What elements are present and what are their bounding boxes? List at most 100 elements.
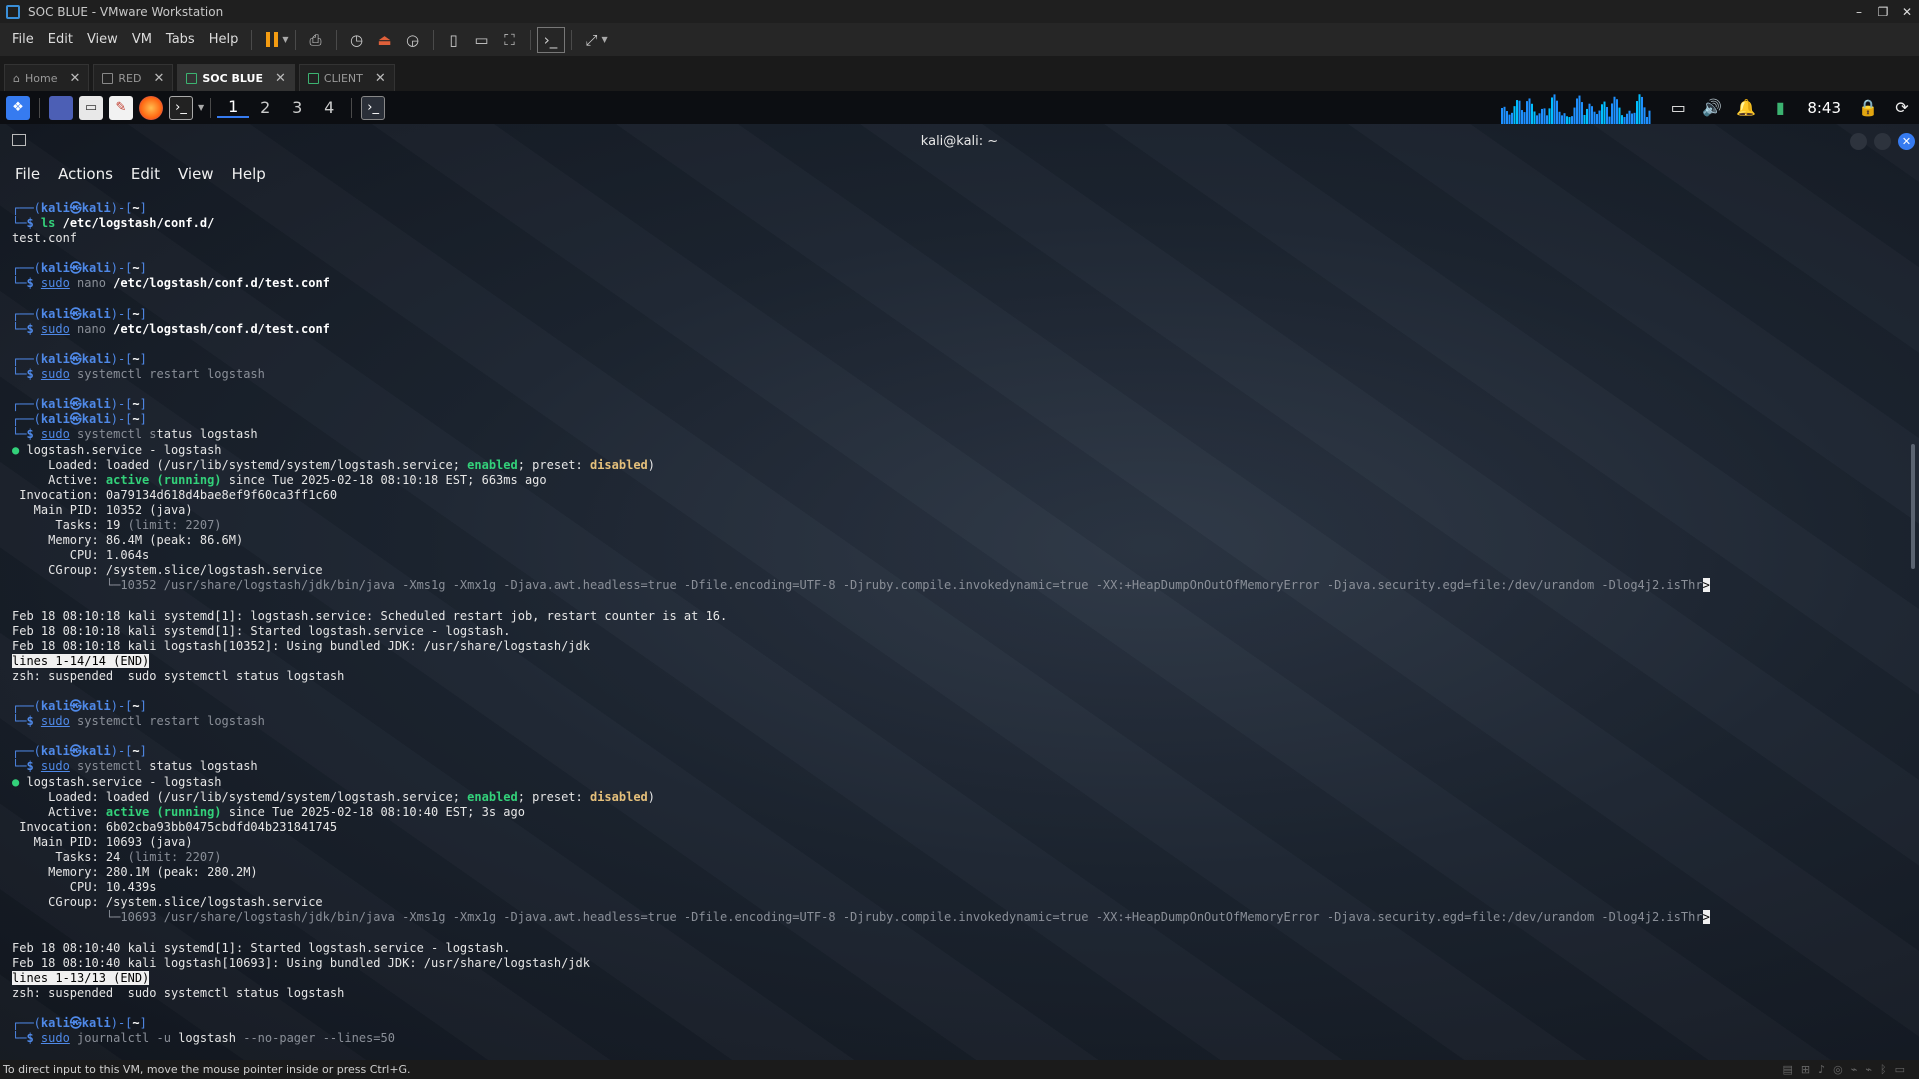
terminal-scrollbar[interactable]	[1911, 444, 1915, 569]
terminal-minimize-button[interactable]	[1850, 133, 1867, 150]
menu-file[interactable]: File	[0, 32, 41, 47]
terminal-maximize-button[interactable]	[1874, 133, 1891, 150]
terminal-line: Main PID: 10693 (java)	[12, 835, 1879, 850]
vm-running-icon	[307, 72, 319, 84]
terminal-window[interactable]: kali@kali: ~ ✕ File Actions Edit View He…	[0, 124, 1919, 1060]
cpu-graph-bar	[1556, 100, 1559, 124]
terminal-output[interactable]: ┌──(kali㉿kali)-[~] └─$ ls /etc/logstash/c…	[12, 201, 1879, 1046]
fullscreen-button[interactable]: ⛶	[496, 27, 524, 53]
console-view-button[interactable]: ›_	[536, 26, 565, 53]
panel-clock[interactable]: 8:43	[1797, 99, 1851, 117]
terminal-menu-actions[interactable]: Actions	[49, 165, 122, 183]
close-tab-icon[interactable]: ✕	[69, 71, 80, 86]
cpu-graph-bar	[1521, 110, 1524, 124]
terminal-line: ● logstash.service - logstash	[12, 775, 1879, 790]
notifications-bell-icon[interactable]: 🔔	[1729, 98, 1763, 117]
terminal-text: systemctl res	[69, 714, 171, 729]
message-log-icon[interactable]: ▭	[1895, 1063, 1905, 1076]
tab-soc-blue[interactable]: SOC BLUE ✕	[177, 64, 295, 91]
volume-icon[interactable]: 🔊	[1695, 98, 1729, 117]
cpu-graph-bar	[1598, 110, 1601, 124]
terminal-launcher-icon[interactable]: ›_	[169, 95, 193, 120]
terminal-text: sudo	[40, 276, 70, 291]
terminal-text: /etc/logstash/conf.d/test.conf	[113, 321, 330, 336]
menu-edit[interactable]: Edit	[41, 32, 80, 47]
terminal-menu-file[interactable]: File	[0, 165, 49, 183]
tab-client[interactable]: CLIENT ✕	[298, 64, 395, 91]
sidebar-layout-icon: ▯	[449, 30, 458, 49]
pause-dropdown-icon[interactable]: ▼	[282, 35, 288, 44]
thumbnail-view-button[interactable]: ▭	[468, 27, 496, 53]
revert-snapshot-button[interactable]: ⏏	[371, 27, 399, 53]
terminal-text: ]	[139, 351, 147, 366]
send-ctrl-alt-del-button[interactable]: ⎙	[302, 27, 330, 53]
cpu-graph-bar	[1573, 107, 1576, 124]
menu-vm[interactable]: VM	[125, 32, 159, 47]
terminal-text: ]	[139, 699, 147, 714]
close-tab-icon[interactable]: ✕	[153, 71, 164, 86]
menu-help[interactable]: Help	[202, 32, 246, 47]
toolbar-separator	[432, 29, 434, 50]
terminal-close-button[interactable]: ✕	[1898, 133, 1915, 150]
close-tab-icon[interactable]: ✕	[375, 71, 386, 86]
bluetooth-icon[interactable]: ᛒ	[1880, 1063, 1887, 1076]
close-button[interactable]: ✕	[1895, 5, 1919, 19]
network-icon[interactable]: ⊞	[1801, 1063, 1810, 1076]
minimize-button[interactable]: –	[1847, 5, 1871, 19]
terminal-text: ~	[132, 1016, 140, 1031]
workspace-3[interactable]: 3	[281, 98, 313, 117]
home-icon: ⌂	[13, 71, 20, 85]
menu-tabs[interactable]: Tabs	[159, 32, 202, 47]
logout-icon[interactable]: ⟳	[1885, 98, 1919, 117]
terminal-line: lines 1-13/13 (END)	[12, 970, 1879, 986]
workspace-1[interactable]: 1	[217, 97, 250, 118]
close-tab-icon[interactable]: ✕	[275, 71, 286, 86]
show-desktop-icon[interactable]	[49, 95, 73, 120]
terminal-text: ]	[139, 261, 147, 276]
terminal-menu-view[interactable]: View	[169, 165, 223, 183]
kali-menu-icon[interactable]: ❖	[6, 95, 30, 120]
taskbar-terminal-window[interactable]: ›_	[361, 95, 386, 120]
terminal-line: Tasks: 19 (limit: 2207)	[12, 518, 1879, 533]
stretch-dropdown-icon[interactable]: ▼	[602, 35, 608, 44]
text-editor-icon[interactable]: ✎	[109, 95, 133, 120]
sound-card-icon[interactable]: ♪	[1818, 1063, 1825, 1076]
tab-home[interactable]: ⌂ Home ✕	[4, 64, 90, 91]
terminal-text: (limit: 2207)	[127, 850, 222, 865]
terminal-text: sudo	[40, 759, 70, 774]
terminal-text: )	[647, 457, 656, 472]
file-manager-icon[interactable]: ▭	[79, 95, 103, 120]
snapshot-button[interactable]: ◷	[343, 27, 371, 53]
terminal-menu-edit[interactable]: Edit	[122, 165, 169, 183]
terminal-text: /etc/logstash/conf.d/test.conf	[113, 276, 330, 291]
terminal-text: ls	[40, 216, 63, 231]
cpu-graph-bar	[1543, 108, 1546, 124]
battery-icon[interactable]: ▮	[1763, 98, 1797, 117]
library-view-button[interactable]: ▯	[440, 27, 468, 53]
terminal-text: logstash.service - logstash	[26, 442, 222, 457]
firefox-icon[interactable]	[139, 95, 163, 120]
terminal-dropdown-icon[interactable]: ▼	[198, 103, 204, 112]
terminal-text: ; preset:	[517, 457, 590, 472]
terminal-menu-help[interactable]: Help	[223, 165, 275, 183]
terminal-text: disabled	[589, 457, 648, 472]
device-status-icons: ▤ ⊞ ♪ ◎ ⌁ ⌁ ᛒ ▭	[1782, 1063, 1919, 1076]
usb-icon[interactable]: ⌁	[1865, 1063, 1872, 1076]
cd-drive-icon[interactable]: ◎	[1833, 1063, 1843, 1076]
lock-screen-icon[interactable]: 🔒	[1851, 98, 1885, 117]
tab-red[interactable]: RED ✕	[93, 64, 174, 91]
vm-icon	[102, 72, 114, 84]
terminal-text: └─10352 /usr/share/logstash/jdk/bin/java…	[12, 578, 1703, 593]
usb-icon[interactable]: ⌁	[1851, 1063, 1858, 1076]
maximize-button[interactable]: ❐	[1871, 5, 1895, 19]
workspace-2[interactable]: 2	[249, 98, 281, 117]
terminal-text: ┌──(	[12, 699, 41, 714]
hard-disk-icon[interactable]: ▤	[1782, 1063, 1792, 1076]
workspace-4[interactable]: 4	[313, 98, 345, 117]
snapshot-manager-button[interactable]: ◶	[399, 27, 427, 53]
display-icon[interactable]: ▭	[1661, 98, 1695, 117]
console-icon: ›_	[543, 30, 558, 49]
terminal-text: Feb 18 08:10:40 kali systemd[1]: Started…	[12, 940, 511, 955]
menu-view[interactable]: View	[80, 32, 125, 47]
